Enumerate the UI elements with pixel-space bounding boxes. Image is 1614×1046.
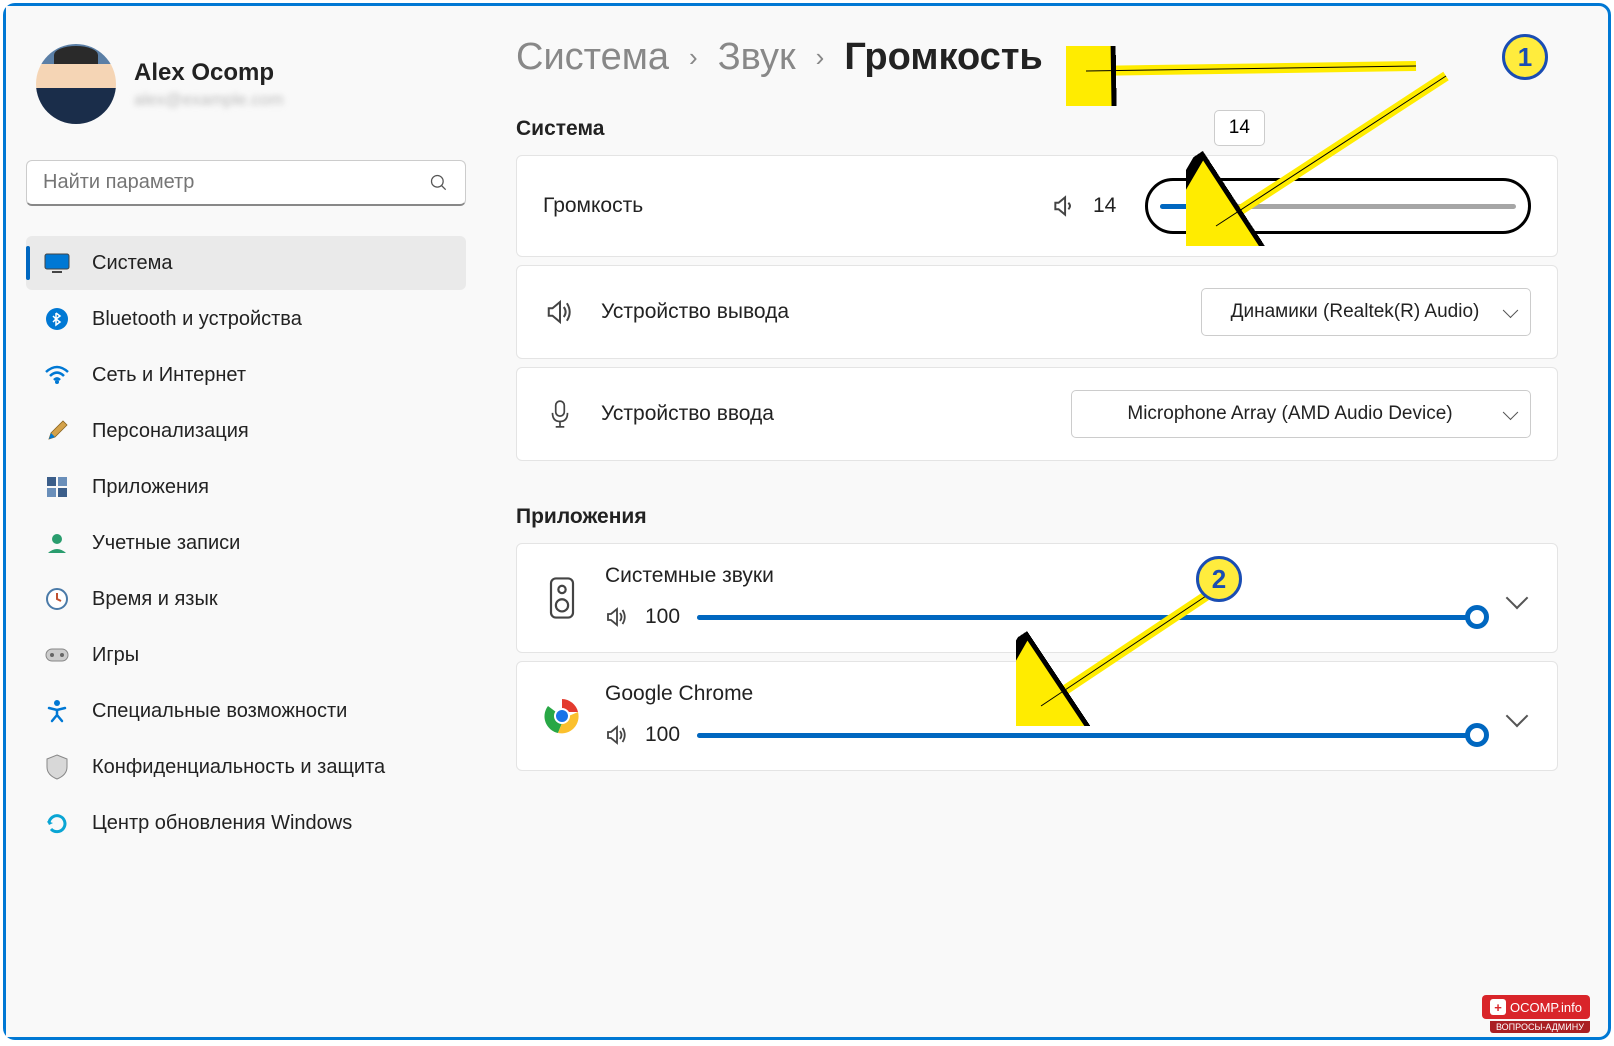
nav: Система Bluetooth и устройства Сеть и Ин… bbox=[26, 236, 466, 850]
nav-accessibility[interactable]: Специальные возможности bbox=[26, 684, 466, 738]
card-input-device: Устройство ввода Microphone Array (AMD A… bbox=[516, 367, 1558, 461]
nav-network[interactable]: Сеть и Интернет bbox=[26, 348, 466, 402]
app-card-system-sounds: Системные звуки 100 bbox=[516, 543, 1558, 653]
speaker-device-icon bbox=[543, 573, 581, 623]
app-volume-slider[interactable] bbox=[697, 602, 1485, 632]
shield-icon bbox=[44, 754, 70, 780]
nav-label: Игры bbox=[92, 644, 139, 667]
annotation-badge-2: 2 bbox=[1196, 556, 1242, 602]
monitor-icon bbox=[44, 250, 70, 276]
search-input[interactable] bbox=[43, 171, 429, 194]
watermark: +OCOMP.info bbox=[1482, 995, 1590, 1019]
app-name: Google Chrome bbox=[605, 682, 1485, 706]
nav-apps[interactable]: Приложения bbox=[26, 460, 466, 514]
chevron-down-icon[interactable] bbox=[1506, 705, 1529, 728]
speaker-loud-icon bbox=[543, 297, 577, 327]
nav-personalization[interactable]: Персонализация bbox=[26, 404, 466, 458]
crumb-system[interactable]: Система bbox=[516, 36, 669, 79]
avatar bbox=[36, 44, 116, 124]
breadcrumb: Система › Звук › Громкость bbox=[516, 36, 1558, 79]
bluetooth-icon bbox=[44, 306, 70, 332]
microphone-icon bbox=[543, 399, 577, 429]
clock-icon bbox=[44, 586, 70, 612]
nav-bluetooth[interactable]: Bluetooth и устройства bbox=[26, 292, 466, 346]
crumb-sound[interactable]: Звук bbox=[718, 36, 796, 79]
output-device-label: Устройство вывода bbox=[601, 300, 1201, 324]
nav-label: Специальные возможности bbox=[92, 700, 347, 723]
speaker-icon[interactable] bbox=[605, 605, 629, 629]
chevron-down-icon[interactable] bbox=[1506, 587, 1529, 610]
app-volume-slider[interactable] bbox=[697, 720, 1485, 750]
app-volume-value: 100 bbox=[645, 605, 681, 629]
volume-tooltip: 14 bbox=[1214, 110, 1265, 146]
nav-label: Система bbox=[92, 252, 173, 275]
speaker-icon[interactable] bbox=[1051, 193, 1077, 219]
nav-label: Bluetooth и устройства bbox=[92, 308, 302, 331]
nav-games[interactable]: Игры bbox=[26, 628, 466, 682]
search-box[interactable] bbox=[26, 160, 466, 206]
input-device-dropdown[interactable]: Microphone Array (AMD Audio Device) bbox=[1071, 390, 1531, 438]
nav-label: Персонализация bbox=[92, 420, 249, 443]
chrome-icon bbox=[543, 691, 581, 741]
nav-label: Центр обновления Windows bbox=[92, 812, 352, 835]
accessibility-icon bbox=[44, 698, 70, 724]
nav-label: Конфиденциальность и защита bbox=[92, 756, 385, 779]
section-system-title: Система bbox=[516, 117, 1558, 141]
volume-slider[interactable] bbox=[1160, 191, 1516, 221]
brush-icon bbox=[44, 418, 70, 444]
nav-label: Сеть и Интернет bbox=[92, 364, 246, 387]
nav-system[interactable]: Система bbox=[26, 236, 466, 290]
nav-accounts[interactable]: Учетные записи bbox=[26, 516, 466, 570]
search-icon bbox=[429, 173, 449, 193]
app-card-chrome: Google Chrome 100 bbox=[516, 661, 1558, 771]
crumb-volume: Громкость bbox=[844, 36, 1042, 79]
nav-label: Время и язык bbox=[92, 588, 218, 611]
card-volume: 14 Громкость 14 bbox=[516, 155, 1558, 257]
nav-privacy[interactable]: Конфиденциальность и защита bbox=[26, 740, 466, 794]
section-apps-title: Приложения bbox=[516, 505, 1558, 529]
chevron-right-icon: › bbox=[689, 42, 698, 73]
input-device-label: Устройство ввода bbox=[601, 402, 1071, 426]
profile-block[interactable]: Alex Ocomp alex@example.com bbox=[26, 36, 466, 132]
update-icon bbox=[44, 810, 70, 836]
output-device-dropdown[interactable]: Динамики (Realtek(R) Audio) bbox=[1201, 288, 1531, 336]
app-volume-value: 100 bbox=[645, 723, 681, 747]
volume-value: 14 bbox=[1093, 194, 1129, 218]
annotation-badge-1: 1 bbox=[1502, 34, 1548, 80]
profile-name: Alex Ocomp bbox=[134, 59, 284, 87]
app-name: Системные звуки bbox=[605, 564, 1485, 588]
nav-time[interactable]: Время и язык bbox=[26, 572, 466, 626]
volume-label: Громкость bbox=[543, 194, 1051, 218]
nav-label: Учетные записи bbox=[92, 532, 240, 555]
watermark-sub: ВОПРОСЫ-АДМИНУ bbox=[1490, 1021, 1590, 1033]
nav-label: Приложения bbox=[92, 476, 209, 499]
wifi-icon bbox=[44, 362, 70, 388]
chevron-right-icon: › bbox=[816, 42, 825, 73]
apps-icon bbox=[44, 474, 70, 500]
profile-email: alex@example.com bbox=[134, 90, 284, 110]
nav-update[interactable]: Центр обновления Windows bbox=[26, 796, 466, 850]
gamepad-icon bbox=[44, 642, 70, 668]
person-icon bbox=[44, 530, 70, 556]
speaker-icon[interactable] bbox=[605, 723, 629, 747]
card-output-device: Устройство вывода Динамики (Realtek(R) A… bbox=[516, 265, 1558, 359]
